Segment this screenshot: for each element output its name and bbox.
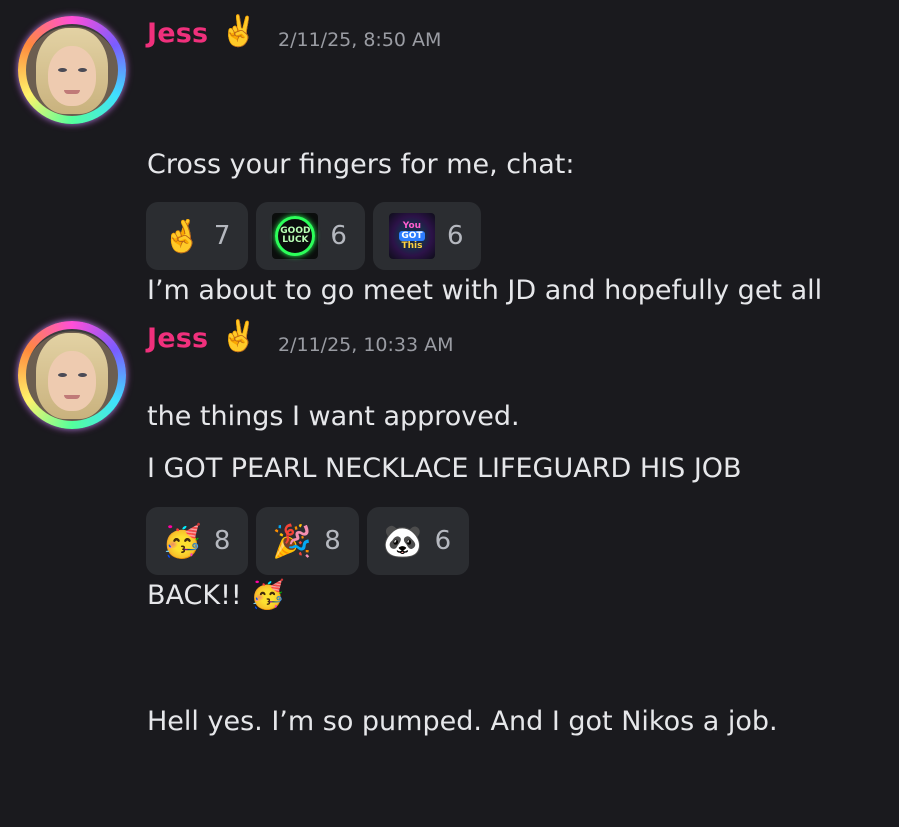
avatar-photo: [26, 329, 118, 421]
reaction-bar: 🤞 7 GOOD LUCK 6 You GOT This 6: [146, 202, 482, 270]
reaction-count: 6: [434, 526, 452, 556]
victory-hand-icon: ✌️: [220, 14, 258, 49]
message-timestamp[interactable]: 2/11/25, 8:50 AM: [278, 29, 441, 51]
reaction-count: 7: [213, 221, 231, 251]
user-avatar[interactable]: [18, 16, 126, 124]
message-line: Hell yes. I’m so pumped. And I got Nikos…: [147, 706, 778, 737]
reaction-count: 6: [330, 221, 347, 251]
reaction-count: 8: [324, 526, 341, 556]
message-line: I GOT PEARL NECKLACE LIFEGUARD HIS JOB: [147, 453, 742, 484]
party-popper-icon: 🎉: [272, 522, 313, 560]
message-timestamp[interactable]: 2/11/25, 10:33 AM: [278, 334, 454, 356]
partying-face-icon: 🥳: [162, 522, 202, 560]
good-luck-sticker-icon: GOOD LUCK: [272, 213, 319, 259]
good-luck-ring: GOOD LUCK: [275, 216, 316, 256]
message-1: Jess ✌️ 2/11/25, 8:50 AM Cross your fing…: [0, 0, 899, 432]
reaction-panda-party[interactable]: 🐼 6: [366, 507, 470, 575]
sticker-text: This: [401, 241, 423, 251]
sticker-text: You: [402, 221, 422, 231]
sticker-text: GOT: [399, 231, 425, 241]
reaction-count: 8: [213, 526, 231, 556]
user-avatar[interactable]: [18, 321, 126, 429]
avatar-photo: [26, 24, 118, 116]
reaction-crossed-fingers[interactable]: 🤞 7: [146, 202, 249, 270]
message-content: I GOT PEARL NECKLACE LIFEGUARD HIS JOB B…: [147, 364, 867, 827]
panda-party-icon: 🐼: [382, 522, 423, 560]
reaction-count: 6: [446, 221, 464, 251]
message-2: Jess ✌️ 2/11/25, 10:33 AM I GOT PEARL NE…: [0, 300, 899, 737]
victory-hand-icon: ✌️: [220, 319, 258, 354]
reaction-bar: 🥳 8 🎉 8 🐼 6: [146, 507, 470, 575]
reaction-you-got-this[interactable]: You GOT This 6: [372, 202, 482, 270]
reaction-partying-face[interactable]: 🥳 8: [146, 507, 249, 575]
you-got-this-sticker-icon: You GOT This: [388, 213, 435, 259]
message-line: BACK!! 🥳: [147, 574, 867, 617]
partying-face-icon: 🥳: [250, 578, 286, 611]
crossed-fingers-icon: 🤞: [162, 217, 202, 255]
message-line: Cross your fingers for me, chat:: [147, 149, 575, 180]
username[interactable]: Jess: [147, 18, 208, 49]
message-text: BACK!!: [147, 580, 251, 611]
reaction-party-popper[interactable]: 🎉 8: [256, 507, 359, 575]
reaction-good-luck[interactable]: GOOD LUCK 6: [256, 202, 365, 270]
username[interactable]: Jess: [147, 323, 208, 354]
